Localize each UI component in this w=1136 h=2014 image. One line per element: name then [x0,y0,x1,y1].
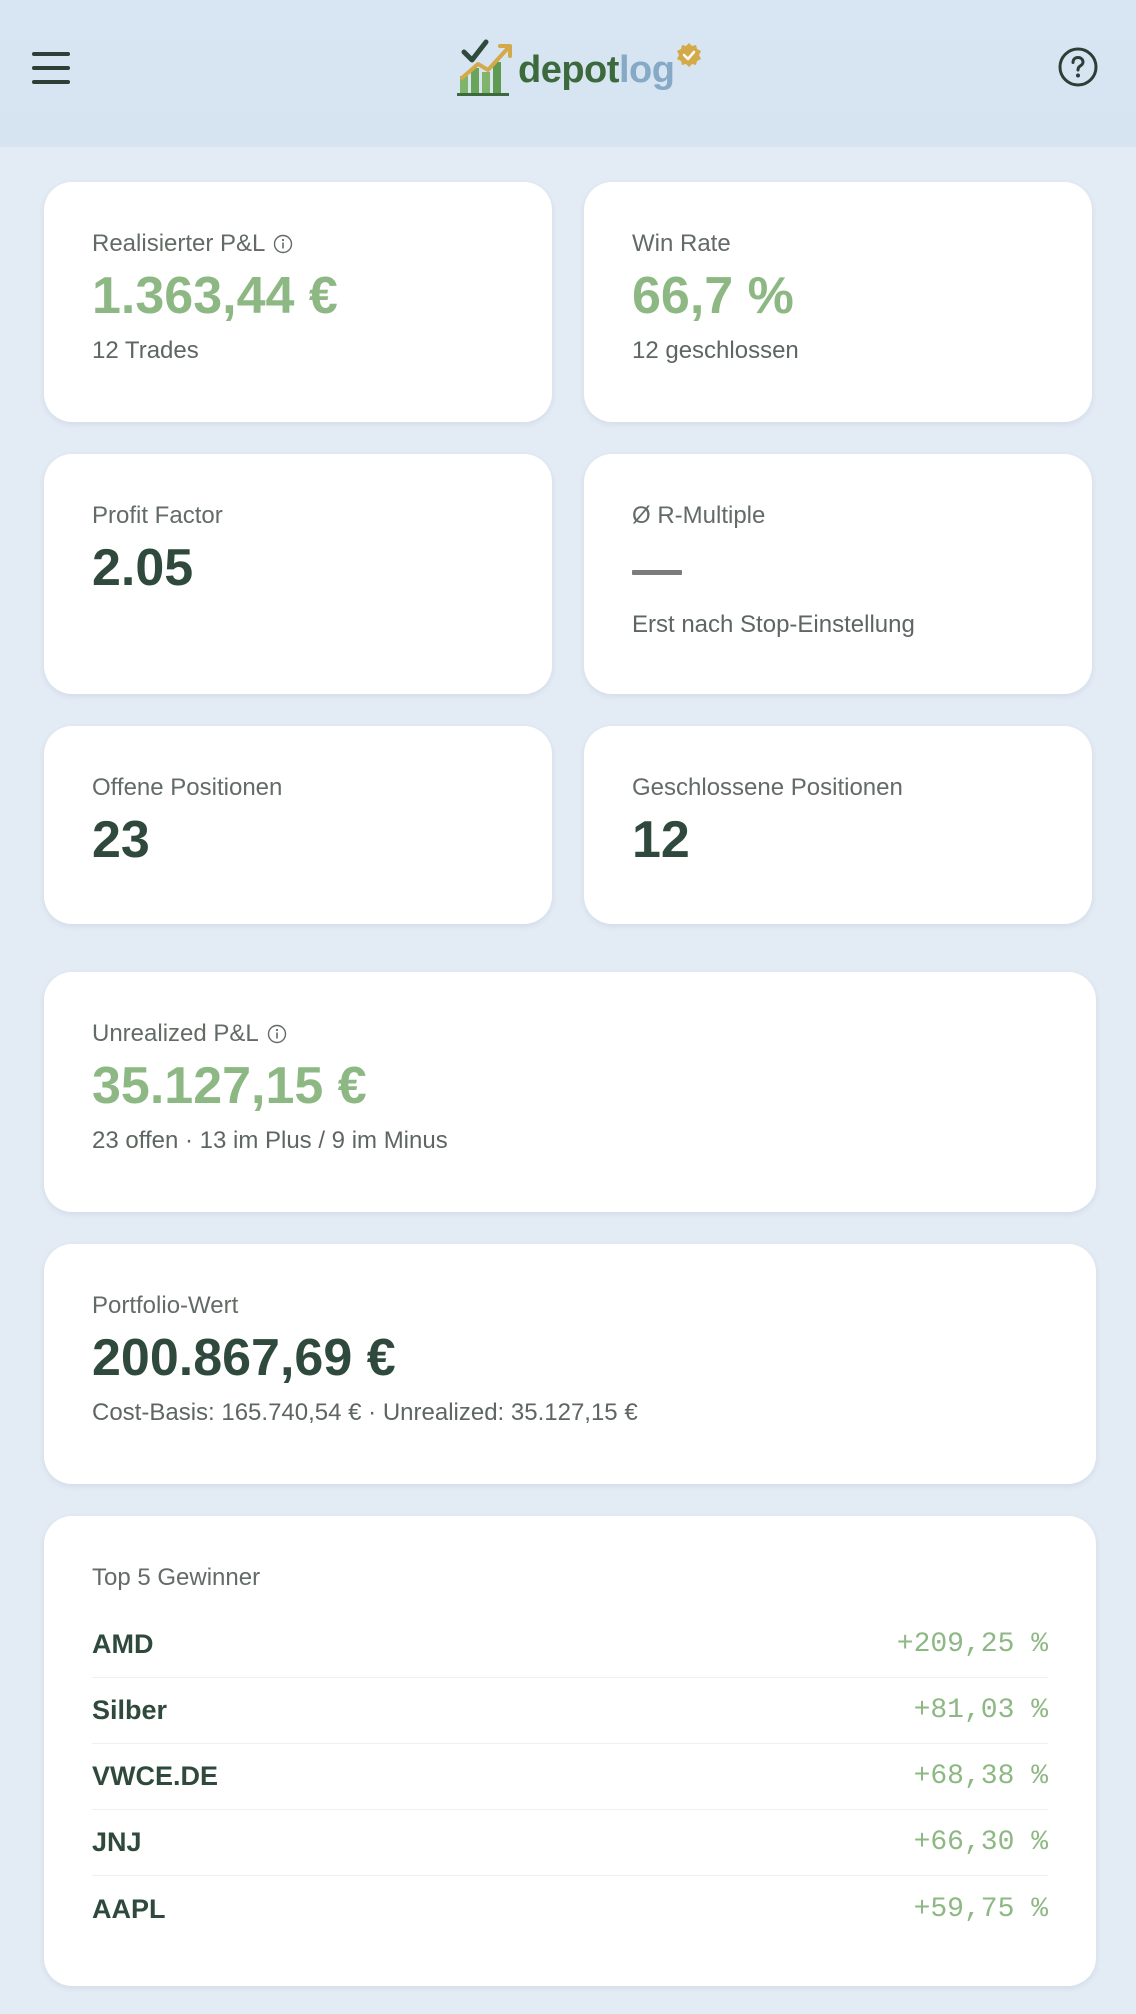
profit-factor-label: Profit Factor [92,502,223,529]
winner-symbol: AAPL [92,1893,166,1924]
winner-change: +66,30 % [913,1827,1048,1858]
list-item[interactable]: JNJ +66,30 % [92,1810,1048,1876]
top-winners-title: Top 5 Gewinner [92,1564,261,1591]
unrealized-pnl-card: Unrealized P&L 35.127,15 € 23 offen · 13… [44,972,1096,1212]
unrealized-pnl-value: 35.127,15 € [92,1057,367,1115]
r-multiple-sub: Erst nach Stop-Einstellung [632,611,915,638]
realized-pnl-sub: 12 Trades [92,337,199,365]
winner-symbol: Silber [92,1695,168,1725]
info-icon[interactable] [273,234,293,254]
open-positions-card[interactable]: Offene Positionen 23 [44,726,552,924]
win-rate-card: Win Rate 66,7 % 12 geschlossen [584,182,1092,422]
top-winners-list: AMD +209,25 % Silber +81,03 % VWCE.DE +6… [92,1612,1048,1942]
winner-change: +81,03 % [913,1695,1048,1726]
realized-pnl-label-row: Realisierter P&L [92,230,504,258]
info-icon[interactable] [267,1024,287,1044]
empty-value-dash [632,570,682,575]
list-item[interactable]: Silber +81,03 % [92,1678,1048,1744]
portfolio-value-value: 200.867,69 € [92,1329,396,1387]
kpi-row-2: Profit Factor 2.05 Ø R-Multiple Erst nac… [44,454,1092,694]
winner-symbol: AMD [92,1629,154,1659]
unrealized-pnl-sub: 23 offen · 13 im Plus / 9 im Minus [92,1127,448,1155]
list-item[interactable]: AMD +209,25 % [92,1612,1048,1678]
winner-change: +68,38 % [913,1761,1048,1792]
list-item[interactable]: VWCE.DE +68,38 % [92,1744,1048,1810]
winner-symbol: JNJ [92,1827,142,1857]
open-positions-label: Offene Positionen [92,774,283,801]
list-item[interactable]: AAPL +59,75 % [92,1876,1048,1942]
portfolio-value-label: Portfolio-Wert [92,1292,239,1319]
open-positions-value: 23 [92,811,150,869]
r-multiple-label: Ø R-Multiple [632,502,766,529]
unrealized-pnl-label: Unrealized P&L [92,1020,259,1047]
portfolio-value-sub: Cost-Basis: 165.740,54 € · Unrealized: 3… [92,1399,638,1427]
realized-pnl-label: Realisierter P&L [92,230,266,257]
top-winners-card: Top 5 Gewinner AMD +209,25 % Silber +81,… [44,1516,1096,1986]
logo-wordmark: depotlog [518,48,675,92]
profit-factor-card: Profit Factor 2.05 [44,454,552,694]
win-rate-label: Win Rate [632,230,731,257]
logo-chart-icon [457,39,512,96]
portfolio-value-card: Portfolio-Wert 200.867,69 € Cost-Basis: … [44,1244,1096,1484]
hamburger-menu-icon[interactable] [32,50,72,86]
winner-change: +209,25 % [896,1629,1048,1660]
help-circle-icon[interactable] [1058,47,1098,87]
closed-positions-card[interactable]: Geschlossene Positionen 12 [584,726,1092,924]
logo-text-log: log [618,48,675,91]
profit-factor-value: 2.05 [92,539,194,597]
verified-badge-icon [677,43,702,67]
winner-symbol: VWCE.DE [92,1761,219,1791]
app-header: depotlog [0,0,1136,146]
win-rate-value: 66,7 % [632,267,794,325]
logo-text-depot: depot [518,48,619,91]
dashboard-content: Realisierter P&L 1.363,44 € 12 Trades Wi… [0,146,1136,1986]
win-rate-sub: 12 geschlossen [632,337,799,365]
r-multiple-card: Ø R-Multiple Erst nach Stop-Einstellung [584,454,1092,694]
closed-positions-label: Geschlossene Positionen [632,774,903,801]
app-logo[interactable]: depotlog [456,36,704,98]
realized-pnl-value: 1.363,44 € [92,267,338,325]
kpi-row-3: Offene Positionen 23 Geschlossene Positi… [44,726,1092,924]
closed-positions-value: 12 [632,811,690,869]
winner-change: +59,75 % [913,1893,1048,1925]
unrealized-pnl-label-row: Unrealized P&L [92,1020,1048,1048]
realized-pnl-card: Realisierter P&L 1.363,44 € 12 Trades [44,182,552,422]
kpi-row-1: Realisierter P&L 1.363,44 € 12 Trades Wi… [44,182,1092,422]
